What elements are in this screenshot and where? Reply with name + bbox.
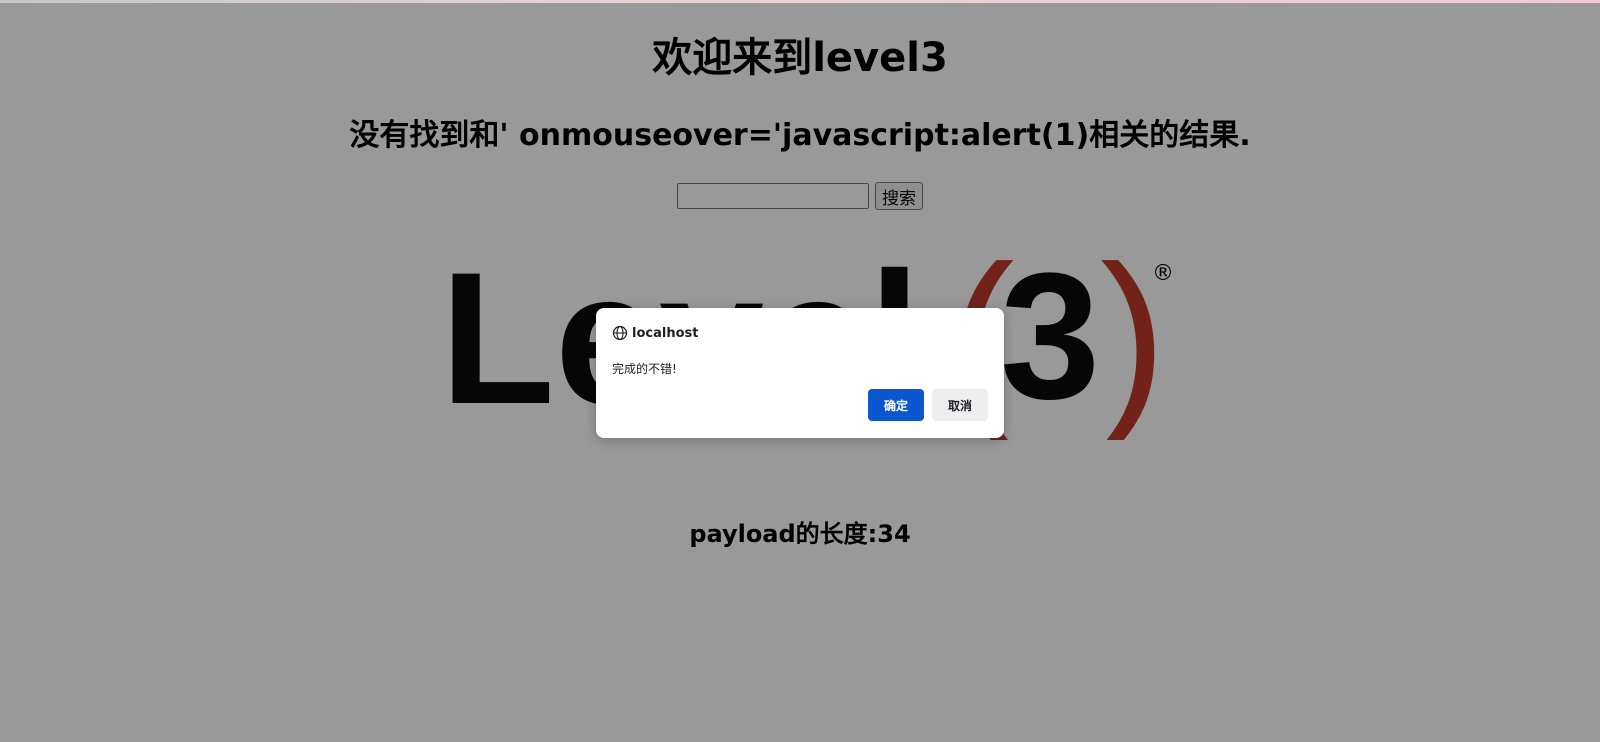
globe-icon — [612, 325, 628, 341]
dialog-buttons: 确定 取消 — [868, 389, 988, 421]
dialog-message: 完成的不错! — [612, 362, 677, 376]
dialog-origin: localhost — [632, 325, 699, 341]
ok-button[interactable]: 确定 — [868, 389, 924, 421]
alert-dialog: localhost 完成的不错! 确定 取消 — [596, 308, 1004, 438]
cancel-button[interactable]: 取消 — [932, 389, 988, 421]
dialog-header: localhost — [612, 323, 698, 343]
